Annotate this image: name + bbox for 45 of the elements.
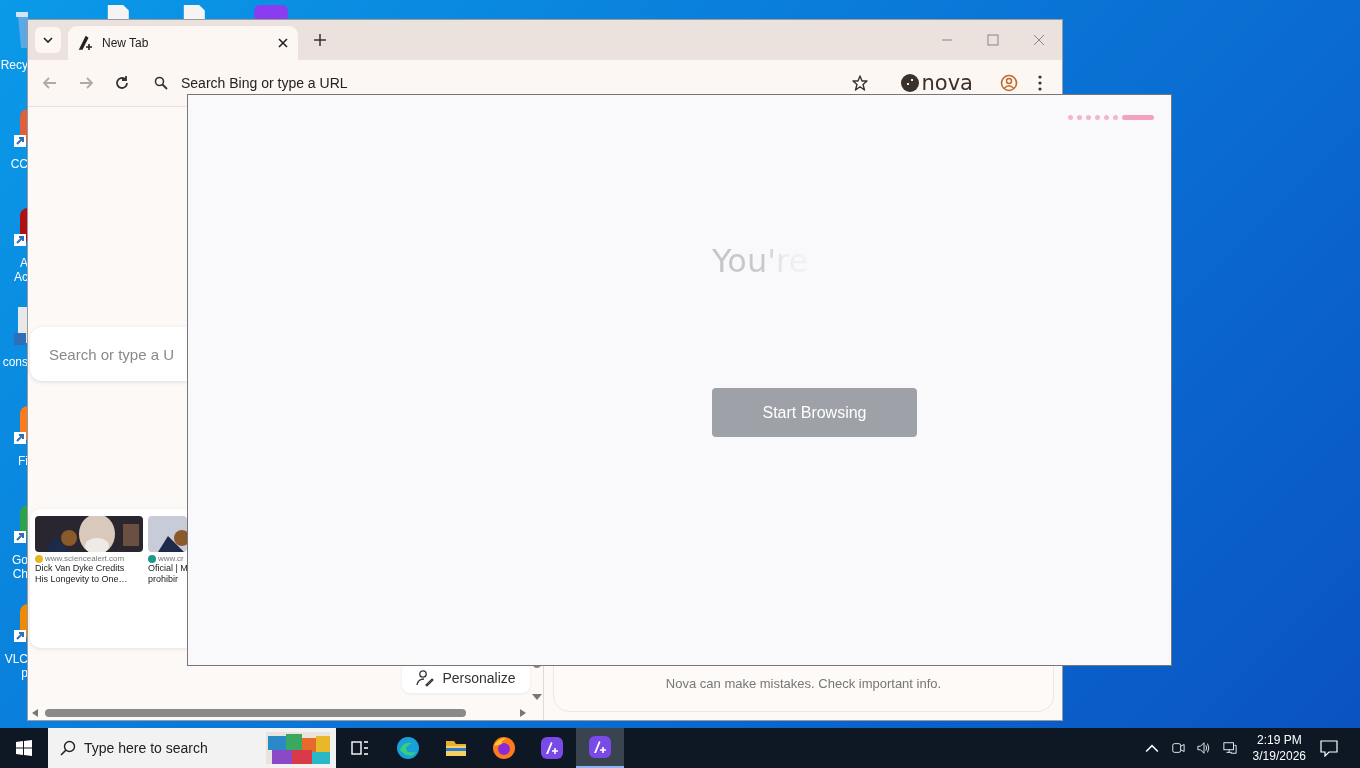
address-bar[interactable]: Search Bing or type a URL: [181, 75, 581, 91]
nova-taskbar-button[interactable]: [576, 728, 624, 768]
close-icon[interactable]: [278, 38, 288, 48]
edge-icon: [396, 736, 420, 760]
disclaimer-text: Nova can make mistakes. Check important info.: [665, 676, 942, 691]
star-icon[interactable]: [851, 75, 868, 91]
news-headline[interactable]: prohibir: [148, 574, 187, 585]
news-headline[interactable]: Oficial | M: [148, 563, 187, 574]
news-source: www.cr: [158, 554, 184, 563]
menu-icon[interactable]: [1038, 75, 1042, 91]
news-headline[interactable]: Dick Van Dyke Credits: [35, 563, 143, 574]
icon-label: cons: [2, 355, 28, 369]
nova-icon: [588, 735, 612, 759]
profile-icon[interactable]: [1000, 74, 1018, 92]
browser-tab[interactable]: New Tab: [68, 26, 298, 60]
search-field[interactable]: Search or type a U: [30, 327, 187, 381]
firefox-icon: [492, 736, 516, 760]
icon-label: CC: [10, 157, 28, 171]
icon-label: Go: [12, 553, 28, 567]
reload-icon[interactable]: [114, 75, 130, 91]
icon-label: p: [21, 666, 28, 680]
news-headline[interactable]: His Longevity to One…: [35, 574, 143, 585]
windows-start-icon[interactable]: [16, 740, 32, 756]
icon-label: Recy: [0, 58, 28, 72]
icon-label: Ac: [14, 270, 28, 284]
search-icon: [60, 740, 76, 756]
search-field[interactable]: Type here to search: [84, 740, 254, 756]
brand-name: nova: [921, 71, 973, 95]
nova-logo-icon: [78, 35, 94, 51]
nova-icon: [540, 736, 564, 760]
icon-label: Fi: [18, 454, 28, 468]
new-tab-icon[interactable]: [314, 34, 326, 46]
icon-label: A: [20, 256, 28, 270]
chevron-down-icon: [43, 35, 53, 45]
news-source: www.sciencealert.com: [45, 554, 125, 563]
meet-now-icon[interactable]: [1170, 741, 1185, 755]
tab-list-button[interactable]: [35, 27, 61, 53]
clock[interactable]: 2:19 PM 3/19/2026: [1252, 732, 1306, 764]
search-icon: [154, 76, 168, 90]
icon-label: Ch: [12, 567, 28, 581]
notification-icon[interactable]: [1320, 739, 1338, 757]
icon-label: VLC: [4, 652, 28, 666]
network-icon[interactable]: [1222, 741, 1237, 755]
volume-icon[interactable]: [1196, 741, 1211, 755]
person-pencil-icon: [416, 669, 435, 687]
